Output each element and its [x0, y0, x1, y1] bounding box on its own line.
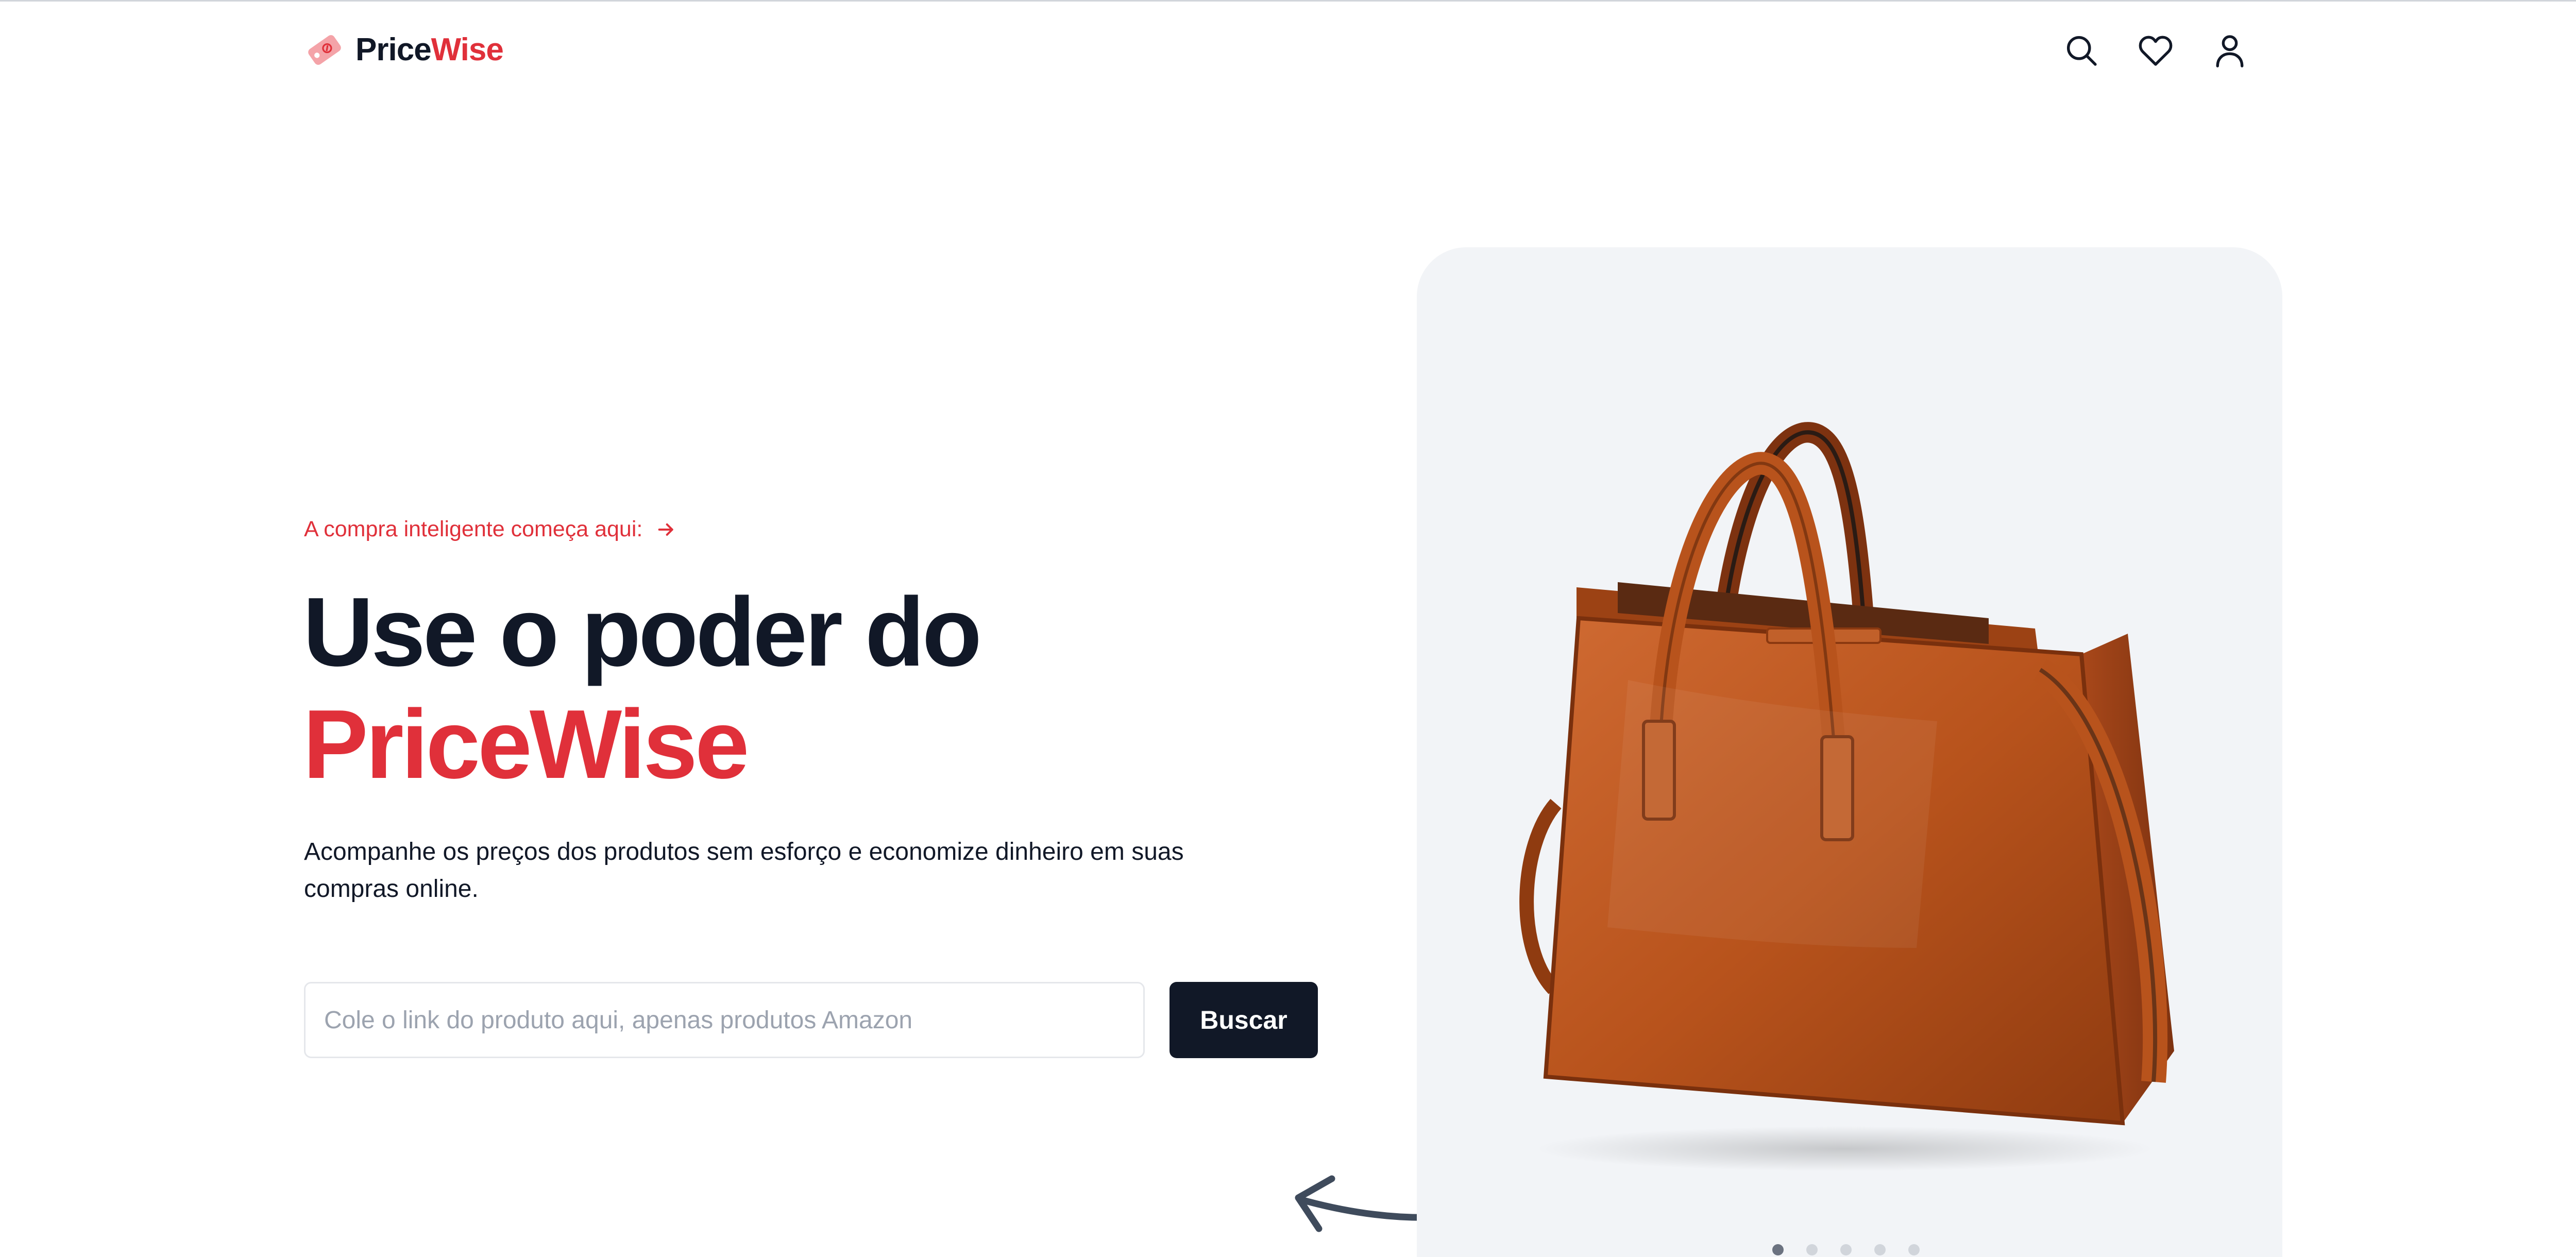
headline-brand: PriceWise [303, 690, 750, 799]
user-icon [2216, 35, 2244, 67]
top-border [0, 0, 2576, 2]
logo-text-price: Price [355, 32, 432, 67]
logo-text: PriceWise [355, 32, 504, 67]
carousel-dot[interactable] [1874, 1244, 1886, 1255]
heart-icon [2139, 36, 2173, 66]
product-link-input[interactable] [304, 982, 1145, 1058]
carousel-dot[interactable] [1840, 1244, 1852, 1255]
carousel-dot[interactable] [1772, 1244, 1784, 1255]
handbag-product-image [1519, 422, 2174, 1171]
price-tag-icon [308, 35, 341, 65]
arrow-right-icon [658, 523, 673, 536]
search-form: Buscar [304, 982, 1318, 1058]
hero-subtitle: Acompanhe os preços dos produtos sem esf… [304, 838, 1184, 903]
carousel-dots [1772, 1244, 1920, 1255]
header-nav [2062, 31, 2249, 70]
logo-text-wise: Wise [431, 32, 504, 67]
logo[interactable]: PriceWise [304, 27, 504, 73]
hero-headline: Use o poder do PriceWise [303, 576, 982, 801]
search-nav-button[interactable] [2062, 31, 2101, 70]
account-nav-button[interactable] [2210, 31, 2249, 70]
search-icon [2066, 36, 2097, 66]
hero-eyebrow: A compra inteligente começa aqui: [304, 517, 676, 542]
carousel-dot[interactable] [1908, 1244, 1920, 1255]
product-carousel[interactable] [1417, 247, 2282, 1257]
carousel-dot[interactable] [1806, 1244, 1818, 1255]
headline-line-1: Use o poder do [303, 577, 982, 687]
eyebrow-text: A compra inteligente começa aqui: [304, 517, 643, 541]
search-button[interactable]: Buscar [1170, 982, 1318, 1058]
favorites-nav-button[interactable] [2136, 31, 2175, 70]
